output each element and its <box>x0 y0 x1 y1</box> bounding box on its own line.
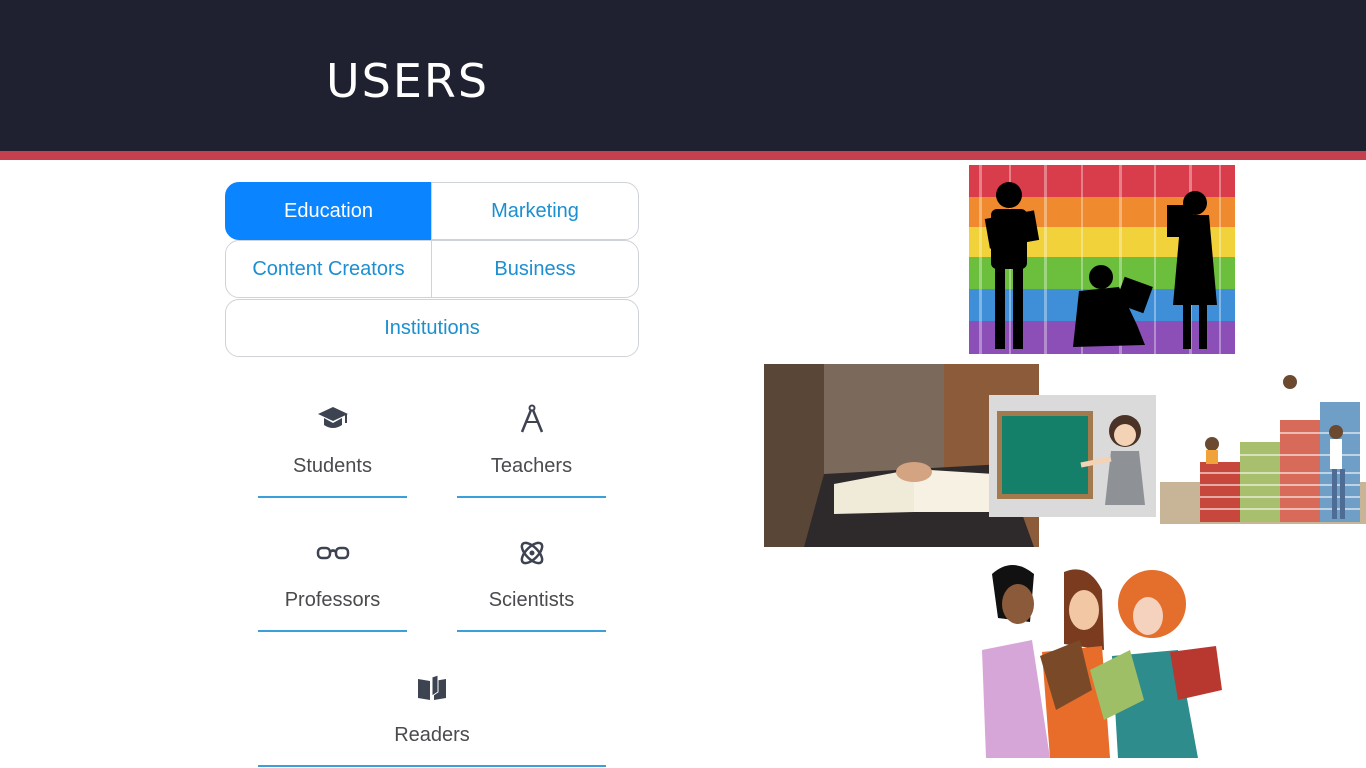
user-card-label: Readers <box>394 724 470 746</box>
page-title: USERS <box>326 54 490 108</box>
user-card-professors[interactable]: Professors <box>258 536 407 632</box>
tab-content-creators[interactable]: Content Creators <box>225 240 432 298</box>
user-card-label: Teachers <box>490 455 573 477</box>
user-card-teachers[interactable]: Teachers <box>457 402 606 498</box>
women-reading-image <box>972 560 1230 758</box>
tab-business[interactable]: Business <box>431 240 639 298</box>
user-card-label: Scientists <box>488 589 575 611</box>
graduation-cap-icon <box>258 402 407 436</box>
user-card-label: Students <box>293 455 372 477</box>
accent-divider <box>0 151 1366 160</box>
tab-education[interactable]: Education <box>225 182 432 240</box>
tab-marketing[interactable]: Marketing <box>431 182 639 240</box>
user-card-scientists[interactable]: Scientists <box>457 536 606 632</box>
user-card-label: Professors <box>284 589 381 611</box>
glasses-icon <box>258 536 407 570</box>
teacher-chalkboard-image <box>989 395 1156 517</box>
library-silhouettes-image <box>969 165 1235 354</box>
tab-institutions[interactable]: Institutions <box>225 299 639 357</box>
students-on-books-image <box>1160 372 1366 534</box>
user-card-readers[interactable]: Readers <box>258 671 606 767</box>
open-book-icon <box>258 671 606 705</box>
compass-icon <box>457 402 606 436</box>
user-card-students[interactable]: Students <box>258 402 407 498</box>
atom-icon <box>457 536 606 570</box>
page-header: USERS <box>0 0 1366 151</box>
